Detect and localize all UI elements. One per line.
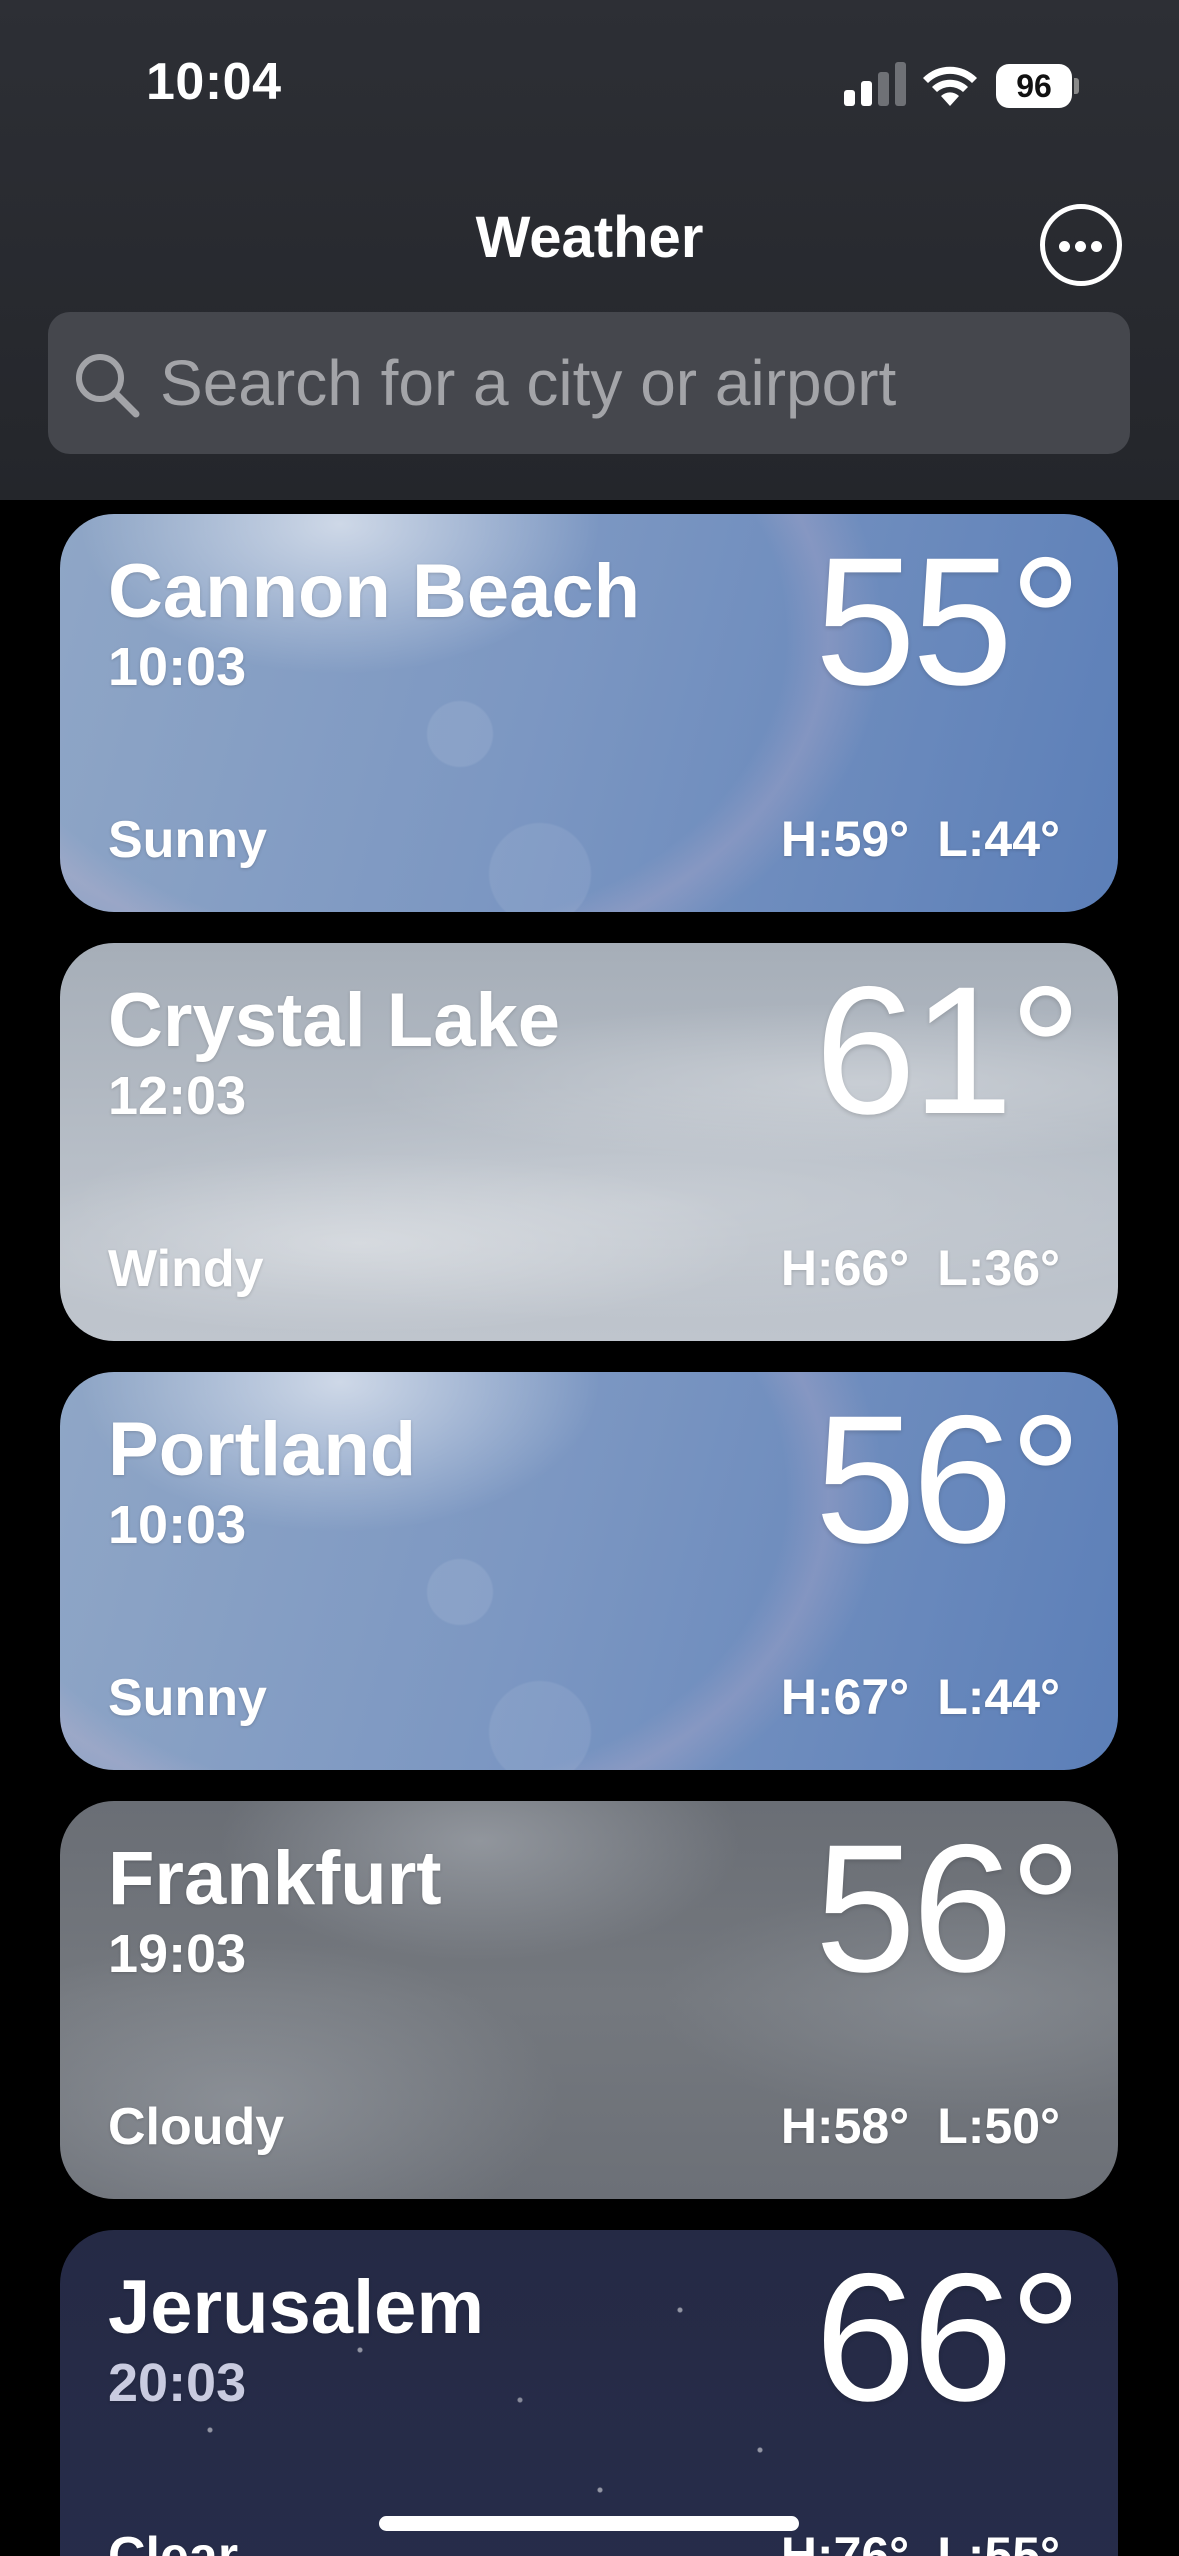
low-temperature: L:50° [937,2098,1060,2154]
high-low-temperature: H:67° L:44° [781,1668,1060,1726]
high-temperature: H:66° [780,1240,910,1296]
city-name: Frankfurt [108,1836,442,1921]
high-low-temperature: H:76° L:55° [781,2526,1060,2556]
more-dot-icon [1091,241,1102,252]
current-temperature: 55° [814,519,1082,723]
local-time: 19:03 [108,1924,247,1984]
city-name: Crystal Lake [108,978,561,1063]
page-title: Weather [475,205,704,270]
location-card-crystal-lake[interactable]: Crystal Lake 12:03 61° Windy H:66° L:36° [60,943,1118,1341]
high-low-temperature: H:66° L:36° [781,1239,1060,1297]
high-temperature: H:59° [780,811,910,867]
more-dot-icon [1059,241,1070,252]
search-icon [76,354,140,418]
city-name: Cannon Beach [108,549,641,634]
status-bar: 10:04 96 [0,0,1179,150]
high-temperature: H:76° [780,2527,910,2556]
location-card-jerusalem[interactable]: Jerusalem 20:03 66° Clear H:76° L:55° [60,2230,1118,2556]
high-low-temperature: H:58° L:50° [781,2097,1060,2155]
more-options-button[interactable] [1040,204,1122,286]
cellular-signal-icon [844,62,906,106]
battery-indicator: 96 [996,64,1079,108]
high-temperature: H:58° [780,2098,910,2154]
location-card-cannon-beach[interactable]: Cannon Beach 10:03 55° Sunny H:59° L:44° [60,514,1118,912]
more-dot-icon [1075,241,1086,252]
weather-condition: Sunny [108,1669,267,1727]
location-list: Cannon Beach 10:03 55° Sunny H:59° L:44° … [0,500,1179,2556]
low-temperature: L:44° [937,811,1060,867]
high-temperature: H:67° [780,1669,910,1725]
city-name: Portland [108,1407,417,1492]
current-temperature: 66° [814,2235,1082,2439]
home-indicator[interactable] [379,2516,799,2531]
weather-condition: Sunny [108,811,267,869]
low-temperature: L:36° [937,1240,1060,1296]
location-card-frankfurt[interactable]: Frankfurt 19:03 56° Cloudy H:58° L:50° [60,1801,1118,2199]
battery-cap [1074,78,1079,94]
local-time: 12:03 [108,1066,247,1126]
local-time: 10:03 [108,1495,247,1555]
low-temperature: L:55° [937,2527,1060,2556]
current-temperature: 56° [814,1377,1082,1581]
high-low-temperature: H:59° L:44° [781,810,1060,868]
current-temperature: 61° [814,948,1082,1152]
status-time: 10:04 [146,53,282,111]
low-temperature: L:44° [937,1669,1060,1725]
weather-condition: Clear [108,2527,239,2556]
wifi-icon [923,66,977,106]
weather-condition: Windy [108,1240,264,1298]
location-card-portland[interactable]: Portland 10:03 56° Sunny H:67° L:44° [60,1372,1118,1770]
weather-condition: Cloudy [108,2098,285,2156]
local-time: 10:03 [108,637,247,697]
search-bar[interactable] [48,312,1130,454]
battery-level: 96 [996,64,1072,108]
search-input[interactable] [160,342,1090,424]
current-temperature: 56° [814,1806,1082,2010]
city-name: Jerusalem [108,2265,485,2350]
local-time: 20:03 [108,2353,247,2413]
